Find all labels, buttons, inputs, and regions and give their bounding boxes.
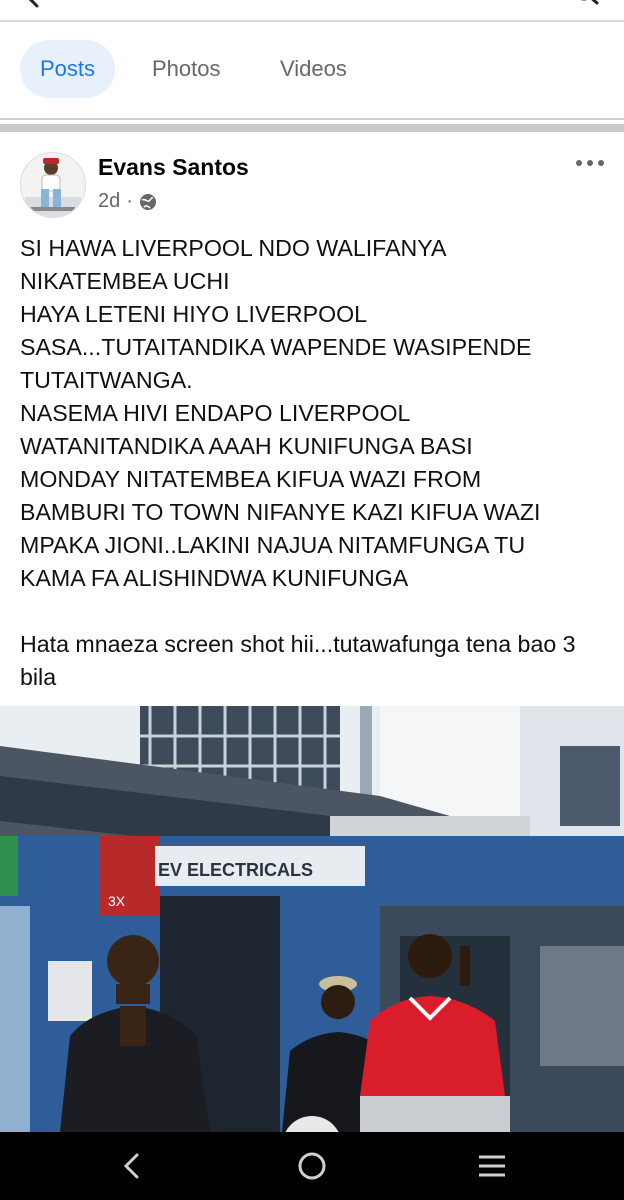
nav-recents-icon[interactable] — [470, 1144, 514, 1188]
nav-home-icon[interactable] — [290, 1144, 334, 1188]
post-text-line: BAMBURI TO TOWN NIFANYE KAZI KIFUA WAZI — [20, 499, 541, 525]
post-text-line: NASEMA HIVI ENDAPO LIVERPOOL — [20, 400, 411, 426]
post-text-line: SI HAWA LIVERPOOL NDO WALIFANYA — [20, 235, 447, 261]
post-text-line: KAMA FA ALISHINDWA KUNIFUNGA — [20, 565, 409, 591]
shop-sign-text: EV ELECTRICALS — [158, 860, 313, 880]
tab-photos[interactable]: Photos — [152, 40, 221, 98]
globe-icon — [139, 193, 156, 210]
avatar[interactable] — [20, 152, 86, 218]
arrow-left-icon[interactable] — [22, 0, 46, 10]
search-icon[interactable] — [572, 0, 600, 10]
post-text-line: MPAKA JIONI..LAKINI NAJUA NITAMFUNGA TU — [20, 532, 526, 558]
post-text-line: HAYA LETENI HIYO LIVERPOOL — [20, 301, 368, 327]
post-text-line: MONDAY NITATEMBEA KIFUA WAZI FROM — [20, 466, 482, 492]
profile-tabs: Posts Photos Videos — [0, 22, 624, 118]
post-time[interactable]: 2d — [98, 190, 120, 213]
post-photo[interactable]: 3X EV ELECTRICALS — [0, 706, 624, 1132]
post-text-line: SASA...TUTAITANDIKA WAPENDE WASIPENDE — [20, 334, 532, 360]
post-text-line: WATANITANDIKA AAAH KUNIFUNGA BASI — [20, 433, 473, 459]
top-app-bar — [0, 0, 624, 22]
post-text-line: TUTAITWANGA. — [20, 367, 193, 393]
poster-text: 3X — [108, 893, 126, 909]
post-text-line: NIKATEMBEA UCHI — [20, 268, 230, 294]
system-nav-bar — [0, 1132, 624, 1200]
meta-separator: · — [126, 190, 133, 212]
author-name[interactable]: Evans Santos — [98, 154, 249, 181]
more-horizontal-icon[interactable] — [574, 156, 606, 170]
post-card: Evans Santos 2d · SI HAWA LIVERPOOL NDO … — [0, 132, 624, 1132]
post-text-footer: Hata mnaeza screen shot hii...tutawafung… — [20, 631, 583, 690]
post-meta: 2d · — [98, 190, 157, 213]
section-divider — [0, 124, 624, 132]
post-text: SI HAWA LIVERPOOL NDO WALIFANYA NIKATEMB… — [20, 232, 610, 694]
nav-back-icon[interactable] — [110, 1144, 154, 1188]
tab-posts[interactable]: Posts — [20, 40, 116, 98]
tab-videos[interactable]: Videos — [280, 40, 347, 98]
